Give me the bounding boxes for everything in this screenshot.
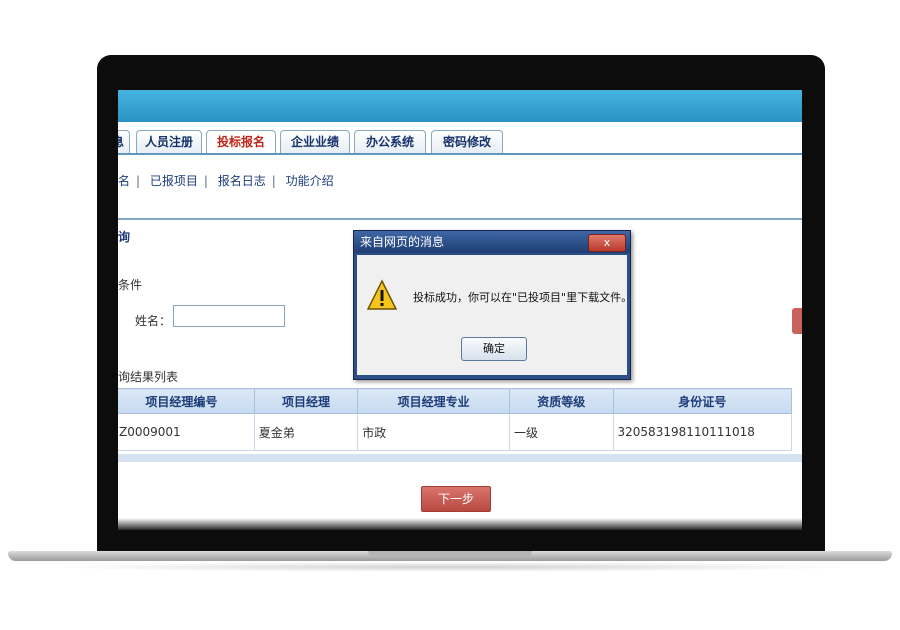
header-bar xyxy=(118,90,802,122)
col-id-number: 身份证号 xyxy=(612,388,793,414)
table-header-row: 项目经理编号 项目经理 项目经理专业 资质等级 身份证号 xyxy=(118,388,793,414)
subnav-item-reported-projects[interactable]: 已报项目 xyxy=(150,174,198,188)
close-icon[interactable]: x xyxy=(588,234,626,252)
tab-bar: 息 人员注册 投标报名 企业业绩 办公系统 密码修改 xyxy=(118,130,802,155)
ok-button[interactable]: 确定 xyxy=(461,337,527,361)
name-label: 姓名： xyxy=(135,314,172,328)
cell-manager: 夏金弟 xyxy=(253,413,359,451)
search-button[interactable] xyxy=(792,308,802,334)
dialog-title-bar: 来自网页的消息 x xyxy=(354,231,630,253)
next-step-button[interactable]: 下一步 xyxy=(421,486,491,512)
name-input[interactable] xyxy=(173,305,285,327)
subnav-separator: | xyxy=(136,174,141,188)
table-row[interactable]: Z0009001 夏金弟 市政 一级 320583198110111018 xyxy=(118,413,793,451)
tab-personnel-registration[interactable]: 人员注册 xyxy=(136,130,202,153)
section-title-query: 询 xyxy=(118,230,131,244)
sub-navigation: 名 | 已报项目 | 报名日志 | 功能介绍 xyxy=(118,172,340,189)
browser-screen: 息 人员注册 投标报名 企业业绩 办公系统 密码修改 名 | 已报项目 | 报名日志… xyxy=(118,90,802,530)
warning-icon xyxy=(367,279,397,310)
dialog-title: 来自网页的消息 xyxy=(360,235,445,249)
laptop-notch xyxy=(368,551,532,557)
section-title-results: 询结果列表 xyxy=(118,370,179,384)
col-manager-id: 项目经理编号 xyxy=(118,388,255,414)
table-footer-bar xyxy=(118,454,802,462)
tab-company-performance[interactable]: 企业业绩 xyxy=(280,130,350,153)
tab-bid-registration[interactable]: 投标报名 xyxy=(206,130,276,155)
subnav-item-signup-log[interactable]: 报名日志 xyxy=(218,174,266,188)
cell-qualification: 一级 xyxy=(508,413,614,451)
cell-specialty: 市政 xyxy=(357,413,510,451)
tab-office-system[interactable]: 办公系统 xyxy=(354,130,426,153)
subnav-item-signup[interactable]: 名 xyxy=(118,174,130,188)
col-qualification-level: 资质等级 xyxy=(508,388,614,414)
dialog-body: 投标成功，你可以在"已投项目"里下载文件。 确定 xyxy=(357,255,632,375)
dialog-message: 投标成功，你可以在"已投项目"里下载文件。 xyxy=(413,291,633,304)
section-title-filter: 条件 xyxy=(118,278,143,292)
tab-underline xyxy=(118,153,802,155)
subnav-separator: | xyxy=(203,174,208,188)
alert-dialog: 来自网页的消息 x 投标成功，你可以在"已投项目"里下载文件。 确定 xyxy=(353,230,632,380)
cell-id-number: 320583198110111018 xyxy=(612,413,793,451)
screen-edge-shadow xyxy=(118,518,802,530)
subnav-separator: | xyxy=(271,174,276,188)
tab-info[interactable]: 息 xyxy=(118,130,130,153)
laptop-shadow xyxy=(40,562,860,572)
col-manager: 项目经理 xyxy=(253,388,359,414)
section-divider xyxy=(118,218,802,220)
subnav-item-feature-intro[interactable]: 功能介绍 xyxy=(286,174,334,188)
cell-manager-id: Z0009001 xyxy=(118,413,255,451)
results-table: 项目经理编号 项目经理 项目经理专业 资质等级 身份证号 Z0009001 夏金… xyxy=(118,388,793,451)
tab-password-change[interactable]: 密码修改 xyxy=(431,130,503,153)
col-manager-specialty: 项目经理专业 xyxy=(357,388,510,414)
